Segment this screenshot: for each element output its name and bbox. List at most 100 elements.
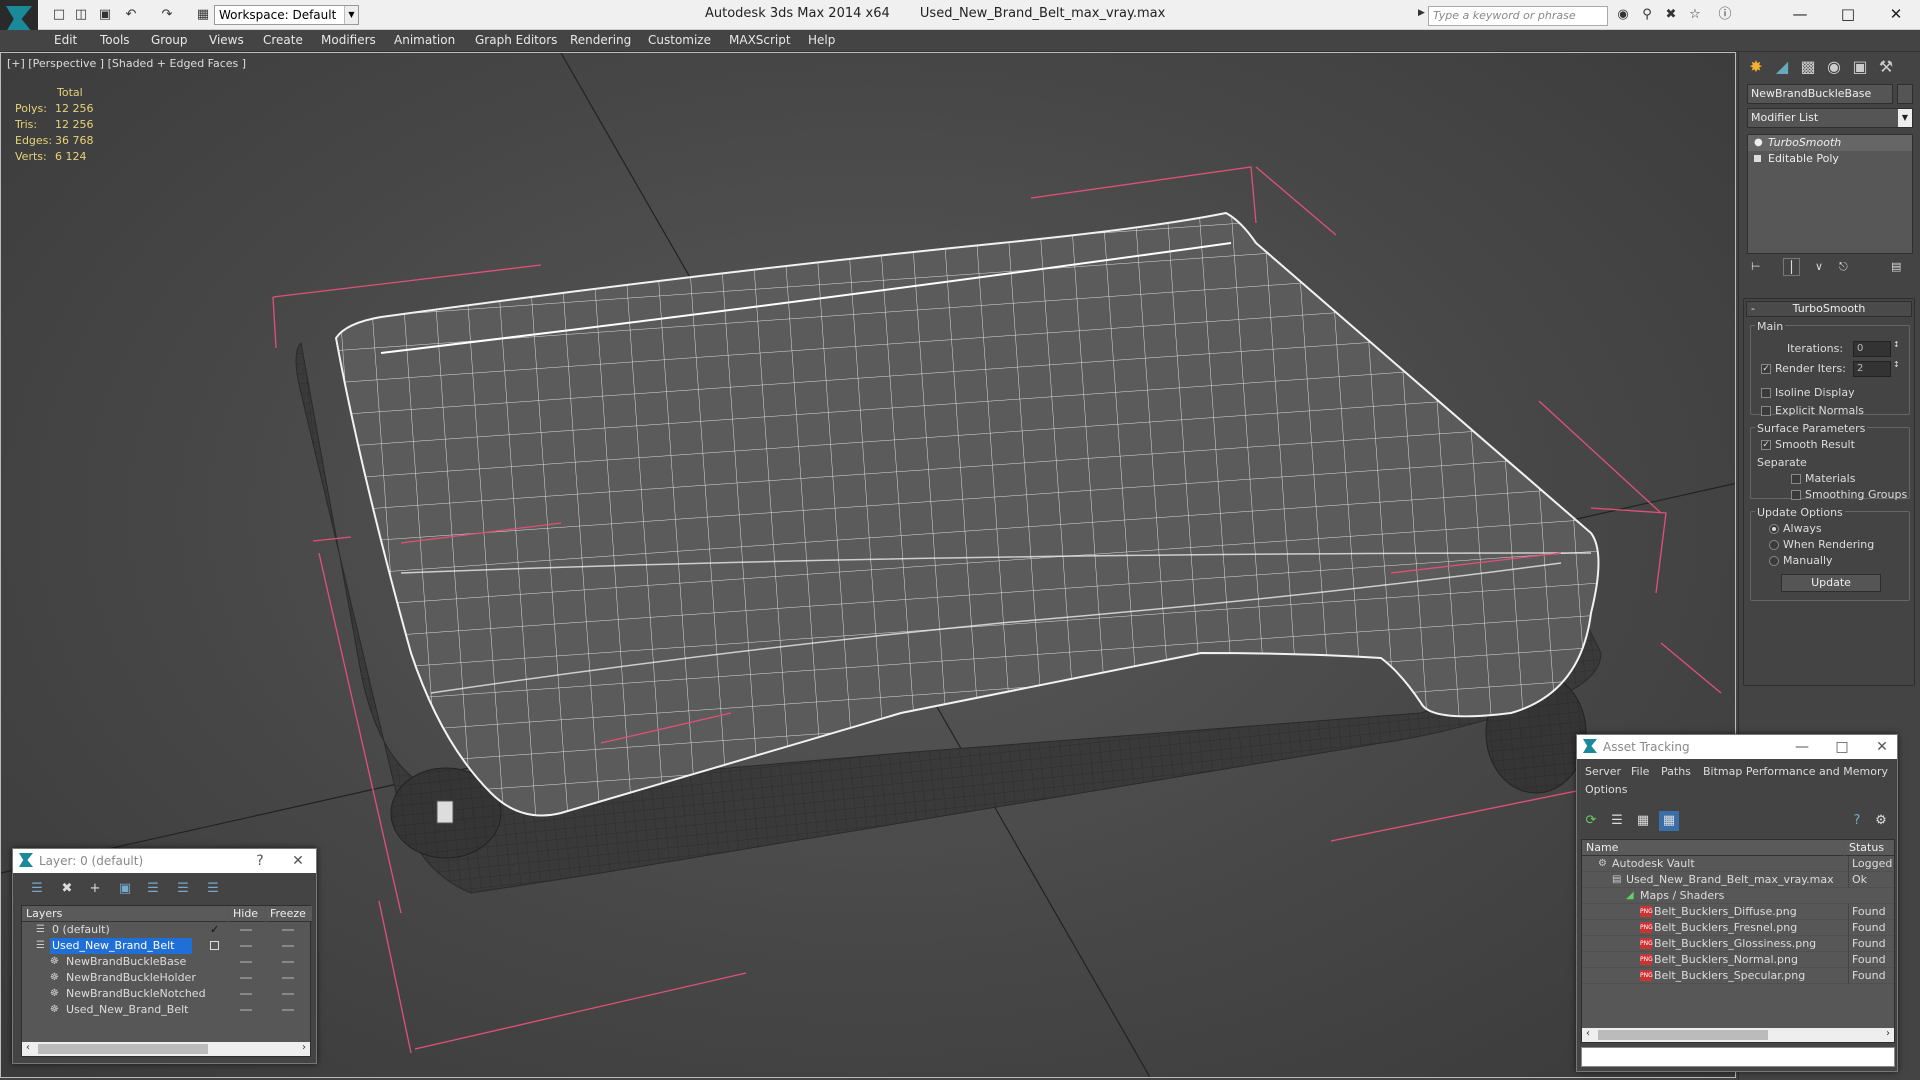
make-unique-icon[interactable]: ∨	[1815, 260, 1823, 273]
materials-checkbox[interactable]	[1791, 474, 1801, 484]
menu-animation[interactable]: Animation	[394, 33, 455, 47]
render-iters-checkbox[interactable]: ✓	[1761, 364, 1771, 374]
always-radio[interactable]	[1769, 524, 1779, 534]
menu-help[interactable]: Help	[808, 33, 835, 47]
show-end-result-icon[interactable]: ∣	[1783, 258, 1800, 276]
expand-arrow-icon[interactable]: ▶	[1418, 8, 1425, 18]
menu-rendering[interactable]: Rendering	[570, 33, 631, 47]
freeze-toggle[interactable]	[282, 1009, 294, 1011]
menu-maxscript[interactable]: MAXScript	[729, 33, 791, 47]
scroll-right-icon[interactable]: ›	[1886, 1028, 1890, 1039]
close-icon[interactable]: ✕	[1867, 735, 1897, 759]
layer-row[interactable]: ☸ NewBrandBuckleHolder	[22, 970, 312, 986]
close-window-button[interactable]: ✕	[1876, 2, 1916, 26]
open-file-icon[interactable]: ◫	[72, 6, 90, 24]
asset-menu-bitmap[interactable]: Bitmap Performance and Memory	[1703, 765, 1888, 778]
asset-row[interactable]: PNG Belt_Bucklers_Glossiness.png Found	[1582, 936, 1894, 952]
hide-toggle[interactable]	[240, 961, 252, 963]
display-tab-icon[interactable]: ▣	[1847, 54, 1873, 80]
delete-layer-icon[interactable]: ✖	[57, 879, 77, 899]
configure-sets-icon[interactable]: ▤	[1891, 260, 1901, 273]
layer-row[interactable]: ☸ NewBrandBuckleNotched	[22, 986, 312, 1002]
asset-row[interactable]: PNG Belt_Bucklers_Normal.png Found	[1582, 952, 1894, 968]
list-view-icon[interactable]: ☰	[1607, 811, 1627, 831]
minimize-icon[interactable]: —	[1787, 735, 1817, 759]
help-button[interactable]: ?	[245, 849, 275, 873]
hide-toggle[interactable]	[240, 945, 252, 947]
freeze-toggle[interactable]	[282, 977, 294, 979]
asset-menu-server[interactable]: Server	[1585, 765, 1621, 778]
modifier-stack[interactable]: ● TurboSmooth Editable Poly	[1747, 134, 1913, 254]
rollout-header[interactable]: - TurboSmooth	[1746, 301, 1912, 317]
lightbulb-icon[interactable]: ●	[1754, 135, 1763, 151]
menu-modifiers[interactable]: Modifiers	[321, 33, 376, 47]
freeze-toggle[interactable]	[282, 993, 294, 995]
smooth-result-checkbox[interactable]: ✓	[1761, 440, 1771, 450]
menu-graph-editors[interactable]: Graph Editors	[475, 33, 557, 47]
workspace-dropdown[interactable]: Workspace: Default ▼	[214, 5, 359, 25]
save-file-icon[interactable]: ▣	[96, 6, 114, 24]
hide-toggle[interactable]	[240, 929, 252, 931]
asset-row[interactable]: ◢ Maps / Shaders	[1582, 888, 1894, 904]
freeze-toggle[interactable]	[282, 929, 294, 931]
column-header-hide[interactable]: Hide	[229, 906, 265, 922]
asset-row[interactable]: PNG Belt_Bucklers_Fresnel.png Found	[1582, 920, 1894, 936]
horizontal-scrollbar[interactable]: ‹ ›	[1582, 1028, 1894, 1042]
remove-modifier-icon[interactable]: ⎋	[1839, 260, 1848, 274]
column-header-status[interactable]: Status	[1845, 840, 1894, 856]
binoculars-icon[interactable]: ◉	[1614, 6, 1632, 24]
table-view-icon[interactable]: ▦	[1659, 811, 1679, 831]
asset-menu-options[interactable]: Options	[1585, 783, 1627, 796]
scroll-right-icon[interactable]: ›	[302, 1042, 306, 1053]
layer-row[interactable]: ☰ 0 (default) ✓	[22, 922, 312, 938]
column-header-name[interactable]: Name	[1582, 840, 1844, 856]
spinner-arrows-icon[interactable]: ↕	[1893, 360, 1900, 369]
select-in-layer-icon[interactable]: ▣	[115, 879, 135, 899]
viewport-label[interactable]: [+] [Perspective ] [Shaded + Edged Faces…	[7, 57, 246, 70]
scrollbar-thumb[interactable]	[38, 1044, 208, 1054]
tree-view-icon[interactable]: ▦	[1633, 811, 1653, 831]
subscription-icon[interactable]: ⚲	[1638, 6, 1656, 24]
spinner-arrows-icon[interactable]: ↕	[1893, 340, 1900, 349]
hide-toggle[interactable]	[240, 1009, 252, 1011]
maximize-window-button[interactable]: □	[1828, 2, 1868, 26]
object-color-swatch[interactable]	[1897, 84, 1913, 104]
asset-path-field[interactable]	[1581, 1047, 1895, 1067]
add-to-layer-icon[interactable]: +	[85, 879, 105, 899]
motion-tab-icon[interactable]: ◉	[1821, 54, 1847, 80]
new-file-icon[interactable]: □	[50, 6, 68, 24]
create-tab-icon[interactable]: ✸	[1743, 54, 1769, 80]
update-button[interactable]: Update	[1781, 574, 1881, 592]
active-layer-check-icon[interactable]: ✓	[210, 922, 219, 938]
layer-dialog-titlebar[interactable]: Layer: 0 (default) ? ✕	[13, 849, 316, 873]
scroll-left-icon[interactable]: ‹	[26, 1042, 30, 1053]
scrollbar-thumb[interactable]	[1598, 1030, 1768, 1040]
freeze-toggle[interactable]	[282, 961, 294, 963]
project-folder-icon[interactable]: ▦	[194, 6, 212, 24]
utilities-tab-icon[interactable]: ⚒	[1873, 54, 1899, 80]
highlight-layer-icon[interactable]: ☰	[143, 879, 163, 899]
asset-dialog-titlebar[interactable]: Asset Tracking — □ ✕	[1577, 735, 1897, 759]
help-icon[interactable]: ?	[1847, 811, 1867, 831]
stack-item-editable-poly[interactable]: Editable Poly	[1748, 151, 1912, 167]
smoothing-groups-checkbox[interactable]	[1791, 490, 1801, 500]
layer-row[interactable]: ☰ Used_New_Brand_Belt	[22, 938, 312, 954]
when-rendering-radio[interactable]	[1769, 540, 1779, 550]
pin-stack-icon[interactable]: ⊢	[1751, 260, 1761, 273]
menu-create[interactable]: Create	[263, 33, 303, 47]
column-header-layers[interactable]: Layers	[22, 906, 228, 922]
freeze-toggle[interactable]	[282, 945, 294, 947]
menu-customize[interactable]: Customize	[648, 33, 711, 47]
freeze-all-layers-icon[interactable]: ☰	[203, 879, 223, 899]
expand-box-icon[interactable]	[1754, 155, 1761, 162]
create-layer-icon[interactable]: ☰	[27, 879, 47, 899]
isoline-display-checkbox[interactable]	[1761, 388, 1771, 398]
scroll-left-icon[interactable]: ‹	[1586, 1028, 1590, 1039]
object-name-field[interactable]: NewBrandBuckleBase	[1747, 84, 1893, 104]
menu-edit[interactable]: Edit	[54, 33, 77, 47]
asset-row[interactable]: PNG Belt_Bucklers_Diffuse.png Found	[1582, 904, 1894, 920]
iterations-spinner[interactable]: 0	[1853, 341, 1891, 357]
undo-icon[interactable]: ↶	[122, 6, 140, 24]
asset-row[interactable]: ⚙ Autodesk Vault Logged O	[1582, 856, 1894, 872]
layer-row[interactable]: ☸ Used_New_Brand_Belt	[22, 1002, 312, 1018]
